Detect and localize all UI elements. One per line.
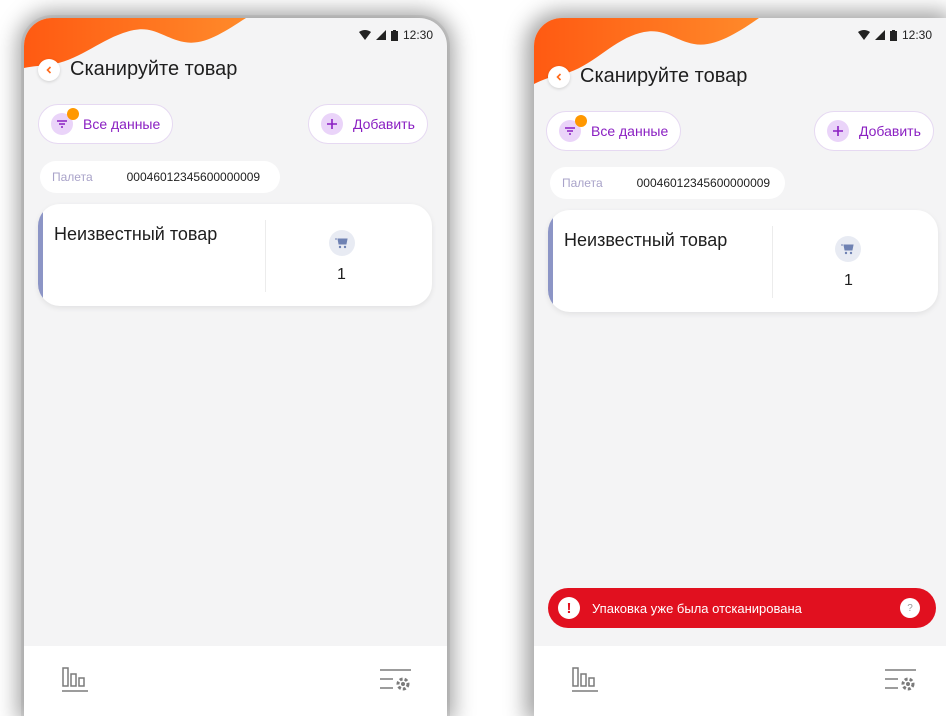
help-icon[interactable]: ? [900, 598, 920, 618]
item-accent-bar [38, 204, 43, 306]
add-label: Добавить [353, 116, 415, 132]
back-button[interactable] [38, 58, 60, 81]
header: Сканируйте товар [38, 58, 237, 81]
cart-icon [841, 244, 854, 255]
cart-icon [335, 238, 348, 249]
error-toast: ! Упаковка уже была отсканирована ? [548, 588, 936, 628]
item-name: Неизвестный товар [564, 230, 728, 250]
signal-icon [375, 30, 386, 40]
settings-list-icon [380, 669, 411, 691]
pallet-field: Палета 00046012345600000009 [550, 167, 785, 199]
filter-label: Все данные [83, 116, 161, 132]
warning-icon: ! [558, 597, 580, 619]
settings-button[interactable] [884, 666, 918, 699]
filter-all-data-button[interactable]: Все данные [38, 104, 174, 144]
pallet-label: Палета [52, 170, 93, 184]
item-divider [772, 226, 773, 298]
filter-label: Все данные [591, 123, 669, 139]
filter-icon [57, 120, 67, 128]
filter-all-data-button[interactable]: Все данные [546, 111, 682, 151]
statistics-button[interactable] [62, 666, 88, 699]
item-name: Неизвестный товар [54, 224, 218, 244]
screen-scan-product-error: 12:30 Сканируйте товар Все данные Добави… [534, 18, 946, 716]
statistics-icon [572, 667, 598, 692]
item-card[interactable]: Неизвестный товар 1 [548, 210, 938, 312]
back-arrow-icon [556, 72, 562, 81]
signal-icon [874, 30, 885, 40]
header: Сканируйте товар [548, 65, 747, 88]
item-quantity: 1 [337, 266, 346, 283]
bottom-nav [24, 646, 447, 716]
battery-icon [889, 29, 897, 41]
pallet-label: Палета [562, 176, 603, 190]
battery-icon [390, 29, 398, 41]
item-quantity: 1 [844, 272, 853, 289]
statistics-icon [62, 667, 88, 692]
status-time: 12:30 [901, 28, 932, 42]
filter-icon [565, 127, 575, 135]
add-button[interactable]: Добавить [308, 104, 428, 144]
back-arrow-icon [46, 65, 52, 74]
pallet-value: 00046012345600000009 [636, 176, 771, 190]
item-card[interactable]: Неизвестный товар 1 [38, 204, 432, 306]
settings-list-icon [885, 669, 916, 691]
status-bar: 12:30 [857, 28, 932, 42]
item-accent-bar [548, 210, 553, 312]
status-bar: 12:30 [358, 28, 433, 42]
plus-icon [327, 119, 337, 129]
wifi-icon [857, 30, 870, 40]
add-button[interactable]: Добавить [814, 111, 934, 151]
plus-icon [833, 126, 843, 136]
page-title: Сканируйте товар [70, 58, 238, 80]
screen-scan-product: 12:30 Сканируйте товар Все данные Добави… [24, 18, 447, 716]
error-message: Упаковка уже была отсканирована [592, 600, 802, 616]
wifi-icon [358, 30, 371, 40]
add-label: Добавить [859, 123, 921, 139]
item-divider [265, 220, 266, 292]
statistics-button[interactable] [572, 666, 598, 699]
pallet-value: 00046012345600000009 [126, 170, 261, 184]
pallet-field: Палета 00046012345600000009 [40, 161, 280, 193]
filter-badge [575, 115, 587, 127]
settings-button[interactable] [379, 666, 413, 699]
filter-badge [67, 108, 79, 120]
bottom-nav [534, 646, 946, 716]
back-button[interactable] [548, 65, 570, 88]
page-title: Сканируйте товар [580, 65, 748, 87]
status-time: 12:30 [402, 28, 433, 42]
